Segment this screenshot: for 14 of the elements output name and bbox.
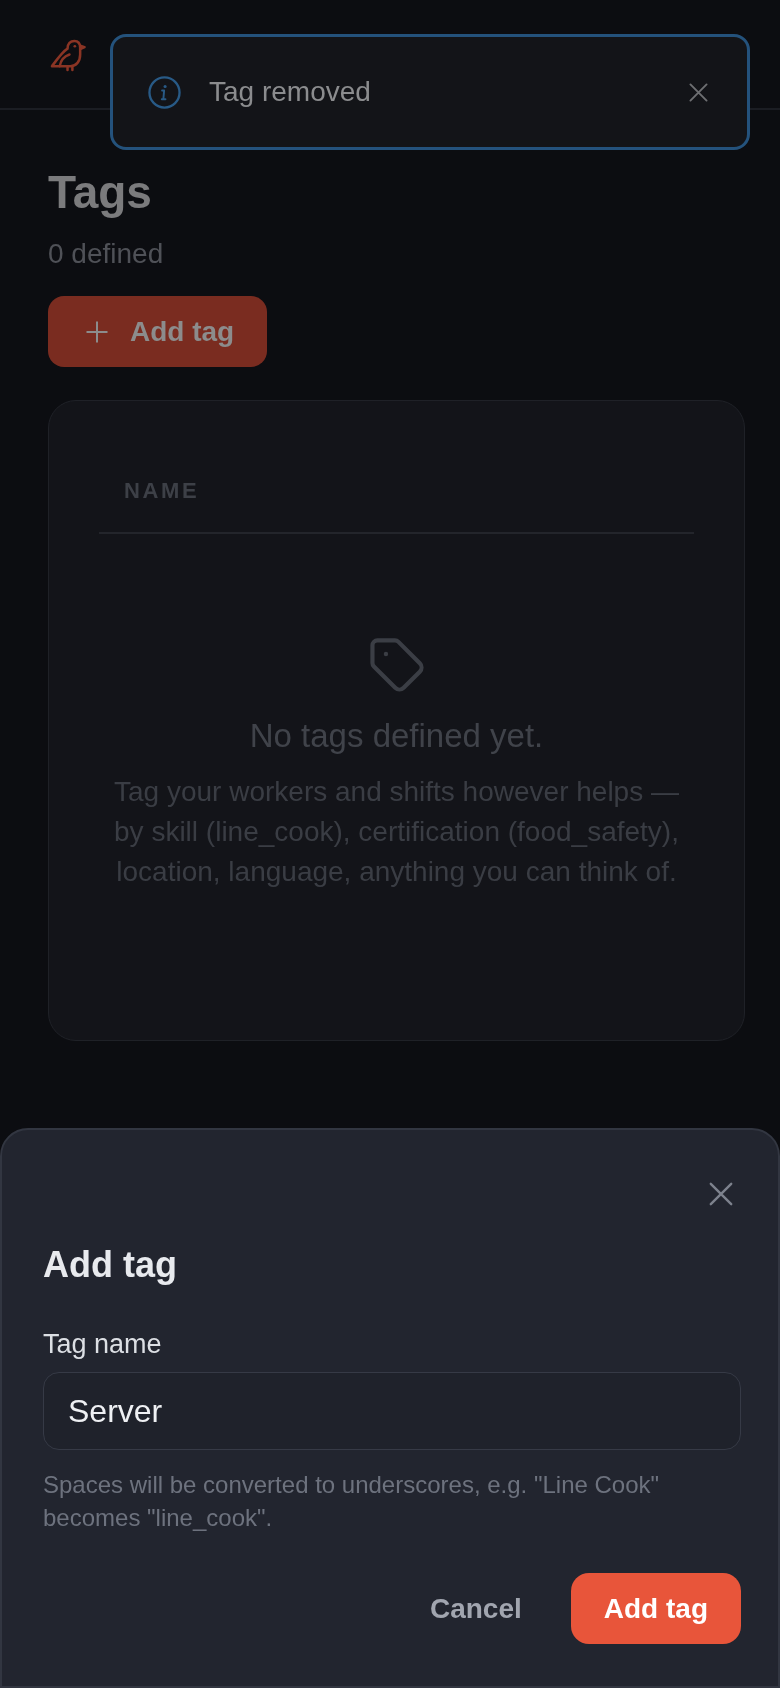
plus-icon: [86, 320, 108, 343]
tag-name-input[interactable]: Server: [43, 1372, 741, 1450]
tag-icon: [369, 638, 424, 692]
close-icon: [709, 1182, 733, 1206]
close-icon: [689, 82, 708, 102]
dialog-title: Add tag: [43, 1243, 178, 1287]
field-hint: Spaces will be converted to underscores, e.g. "Line Cook" becomes "line_cook".: [43, 1470, 661, 1533]
tag-count: 0 defined: [48, 237, 165, 271]
info-icon: [148, 75, 181, 109]
cancel-button[interactable]: Cancel: [405, 1573, 546, 1644]
field-label: Tag name: [43, 1328, 163, 1360]
page-title: Tags: [48, 165, 153, 220]
toast-message: Tag removed: [209, 75, 372, 109]
submit-button[interactable]: Add tag: [570, 1573, 741, 1644]
